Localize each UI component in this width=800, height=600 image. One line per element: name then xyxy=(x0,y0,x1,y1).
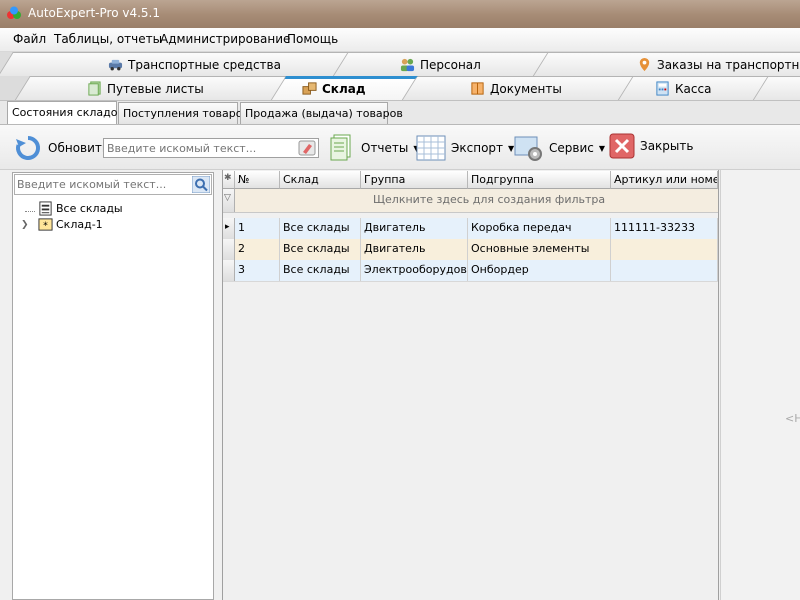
grid-corner-icon[interactable]: ✱ xyxy=(223,171,235,189)
stock-grid: ✱ № Склад Группа Подгруппа Артикул или н… xyxy=(222,170,719,600)
service-caret-icon: ▼ xyxy=(598,143,606,153)
title-bar: AutoExpert-Pro v4.5.1 xyxy=(0,0,800,28)
close-button[interactable]: Закрыть xyxy=(609,133,693,159)
tab-warehouse-label: Склад xyxy=(322,81,366,96)
close-icon xyxy=(609,133,635,159)
cell-warehouse[interactable]: Все склады xyxy=(280,218,361,239)
warehouse-tree-panel: Все склады ❯ * Склад-1 xyxy=(12,172,214,600)
table-row[interactable]: 3Все складыЭлектрооборудованОнбордер xyxy=(223,260,718,282)
warehouse-list-icon xyxy=(39,201,52,216)
column-header-subgroup[interactable]: Подгруппа xyxy=(468,171,611,189)
refresh-label: Обновить xyxy=(48,141,109,155)
subtabs-bar: Состояния складов Поступления товаров Пр… xyxy=(0,101,800,125)
app-logo-icon xyxy=(7,6,21,19)
tree-search-box xyxy=(14,174,212,195)
service-label: Сервис xyxy=(549,141,594,155)
menu-help[interactable]: Помощь xyxy=(287,32,338,46)
toolbar-search-input[interactable] xyxy=(104,139,300,158)
row-indicator[interactable] xyxy=(223,260,235,281)
cell-article[interactable]: 111111-33233 xyxy=(611,218,718,239)
column-header-number[interactable]: № xyxy=(235,171,280,189)
cell-group[interactable]: Двигатель xyxy=(361,218,468,239)
car-icon xyxy=(108,59,123,71)
map-pin-icon xyxy=(639,57,650,72)
tab-waybills-label: Путевые листы xyxy=(107,81,204,96)
cell-warehouse[interactable]: Все склады xyxy=(280,260,361,281)
cell-subgroup[interactable]: Основные элементы xyxy=(468,239,611,260)
menu-tables-reports[interactable]: Таблицы, отчеты xyxy=(54,32,162,46)
subtab-goods-receipts[interactable]: Поступления товаров xyxy=(118,102,249,124)
warehouse-star-icon: * xyxy=(38,218,53,231)
row-indicator[interactable] xyxy=(223,239,235,260)
cell-group[interactable]: Электрооборудован xyxy=(361,260,468,281)
tab-cash-label: Касса xyxy=(675,81,712,96)
window-title: AutoExpert-Pro v4.5.1 xyxy=(28,6,160,20)
table-row[interactable]: 2 Все склады Двигатель Основные элементы xyxy=(223,239,718,261)
close-label: Закрыть xyxy=(640,139,694,153)
service-gear-icon xyxy=(514,136,542,161)
reports-label: Отчеты xyxy=(361,141,409,155)
expand-chevron-icon[interactable]: ❯ xyxy=(21,220,35,230)
tree-node-label: Все склады xyxy=(56,202,123,215)
tree-node-warehouse-1[interactable]: ❯ * Склад-1 xyxy=(21,217,103,232)
book-icon xyxy=(471,82,484,95)
export-label: Экспорт xyxy=(451,141,504,155)
reports-button[interactable]: Отчеты ▼ xyxy=(326,133,420,163)
table-row[interactable]: ▸ 1 Все склады Двигатель Коробка передач 1111… xyxy=(223,218,718,240)
search-icon[interactable] xyxy=(192,176,210,193)
cell-number[interactable]: 2 xyxy=(235,239,280,260)
cell-number[interactable]: 1 xyxy=(235,218,280,239)
people-icon xyxy=(400,58,415,72)
tab-documents-label: Документы xyxy=(490,81,562,96)
export-table-icon xyxy=(416,135,446,161)
cell-article[interactable] xyxy=(611,239,718,260)
tree-search-input[interactable] xyxy=(15,175,189,194)
subtab-warehouse-states[interactable]: Состояния складов xyxy=(7,101,124,125)
filter-icon: ▽ xyxy=(223,189,235,212)
eraser-icon[interactable] xyxy=(298,140,316,156)
reports-icon xyxy=(330,134,351,161)
cell-number[interactable]: 3 xyxy=(235,260,280,281)
tab-vehicles-label: Транспортные средства xyxy=(128,57,281,72)
menu-file[interactable]: Файл xyxy=(13,32,46,46)
cell-group[interactable]: Двигатель xyxy=(361,239,468,260)
document-green-icon xyxy=(88,81,101,96)
subtab-goods-sales[interactable]: Продажа (выдача) товаров xyxy=(240,102,403,124)
cell-subgroup[interactable]: Онбордер xyxy=(468,260,611,281)
tree-node-all-warehouses[interactable]: Все склады xyxy=(25,201,123,216)
boxes-icon xyxy=(302,82,317,95)
export-button[interactable]: Экспорт ▼ xyxy=(416,133,514,163)
toolbar-search-box xyxy=(103,138,319,158)
toolbar: Обновить Отчеты ▼ Экспорт ▼ Сервис ▼ Зак… xyxy=(0,124,800,170)
details-panel: <Н xyxy=(720,170,800,600)
cell-article[interactable] xyxy=(611,260,718,281)
tree-node-label: Склад-1 xyxy=(56,218,103,231)
column-header-warehouse[interactable]: Склад xyxy=(280,171,361,189)
main-tabs-row-1: Транспортные средства Персонал Заказы на… xyxy=(0,52,800,77)
tab-personnel-label: Персонал xyxy=(420,57,481,72)
filter-row[interactable]: ▽ Щелкните здесь для создания фильтра xyxy=(223,189,718,213)
column-header-group[interactable]: Группа xyxy=(361,171,468,189)
refresh-button[interactable]: Обновить xyxy=(13,133,109,163)
svg-text:*: * xyxy=(43,220,48,231)
filter-hint: Щелкните здесь для создания фильтра xyxy=(373,193,606,206)
main-tabs-row-2: Путевые листы Склад Документы Касса xyxy=(0,76,800,101)
column-header-article[interactable]: Артикул или номер xyxy=(611,171,718,189)
calculator-icon xyxy=(656,81,669,96)
current-row-arrow-icon[interactable]: ▸ xyxy=(223,218,235,239)
menu-administration[interactable]: Администрирование xyxy=(160,32,290,46)
cell-warehouse[interactable]: Все склады xyxy=(280,239,361,260)
cell-subgroup[interactable]: Коробка передач xyxy=(468,218,611,239)
menu-bar: Файл Таблицы, отчеты Администрирование П… xyxy=(0,28,800,52)
refresh-icon xyxy=(16,135,41,160)
details-hint: <Н xyxy=(785,412,800,425)
service-button[interactable]: Сервис ▼ xyxy=(514,133,605,163)
tab-transport-orders-label: Заказы на транспортные усл xyxy=(657,57,800,72)
